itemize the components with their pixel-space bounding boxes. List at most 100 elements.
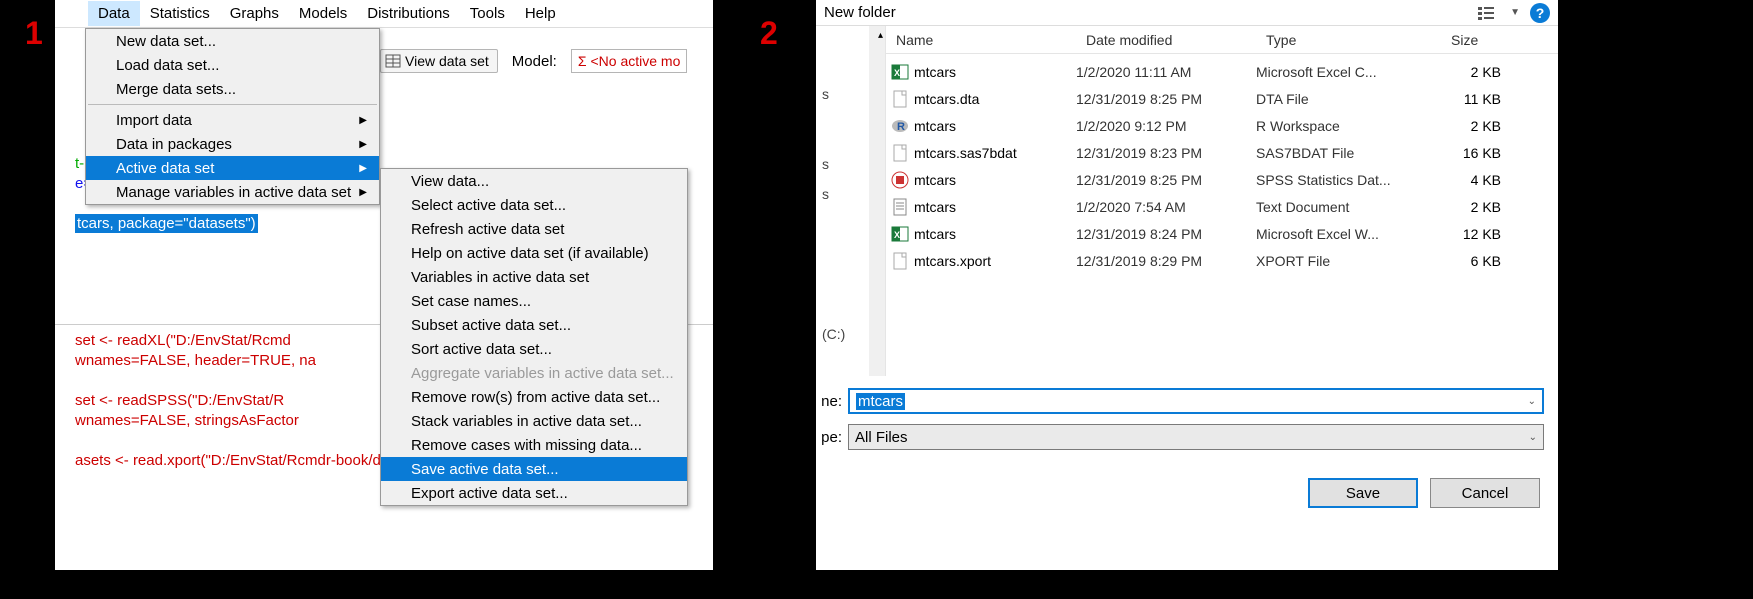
toolbar-fragment: View data set Model: Σ <No active mo [380, 44, 687, 78]
menubar-item-tools[interactable]: Tools [460, 1, 515, 26]
filetype-label: pe: [816, 429, 842, 446]
menu-item[interactable]: Active data set▶ [86, 156, 379, 180]
file-size: 16 KB [1441, 145, 1521, 161]
menubar-item-data[interactable]: Data [88, 1, 140, 26]
file-icon: R [886, 117, 914, 135]
cancel-button[interactable]: Cancel [1430, 478, 1540, 508]
current-folder-label: New folder [824, 4, 896, 21]
view-data-label: View data set [405, 53, 489, 69]
filename-input[interactable]: mtcars ⌄ [848, 388, 1544, 414]
submenu-arrow-icon: ▶ [359, 187, 367, 198]
file-size: 6 KB [1441, 253, 1521, 269]
submenu-item[interactable]: Save active data set... [381, 457, 687, 481]
file-row[interactable]: mtcars.xport12/31/2019 8:29 PMXPORT File… [886, 247, 1558, 274]
menu-item[interactable]: Manage variables in active data set▶ [86, 180, 379, 204]
dialog-titlebar: New folder ▼ ? [816, 0, 1558, 26]
menubar-item-help[interactable]: Help [515, 1, 566, 26]
col-type[interactable]: Type [1256, 32, 1441, 48]
file-type: SAS7BDAT File [1256, 145, 1441, 161]
file-type: R Workspace [1256, 118, 1441, 134]
submenu-arrow-icon: ▶ [359, 115, 367, 126]
svg-text:R: R [897, 121, 905, 133]
menu-item[interactable]: New data set... [86, 29, 379, 53]
file-icon [886, 171, 914, 189]
file-type: SPSS Statistics Dat... [1256, 172, 1441, 188]
file-date: 1/2/2020 7:54 AM [1076, 199, 1256, 215]
view-data-set-button[interactable]: View data set [380, 49, 498, 73]
col-date[interactable]: Date modified [1076, 32, 1256, 48]
submenu-item[interactable]: Subset active data set... [381, 313, 687, 337]
file-size: 4 KB [1441, 172, 1521, 188]
chevron-down-icon[interactable]: ⌄ [1529, 432, 1537, 443]
file-icon [886, 144, 914, 162]
file-name: mtcars [914, 226, 1076, 242]
rcmdr-window: DataStatisticsGraphsModelsDistributionsT… [55, 0, 713, 570]
filetype-value: All Files [855, 429, 908, 446]
active-data-set-submenu: View data...Select active data set...Ref… [380, 168, 688, 506]
menu-item[interactable]: Merge data sets... [86, 77, 379, 101]
file-row[interactable]: mtcars12/31/2019 8:25 PMSPSS Statistics … [886, 166, 1558, 193]
save-button[interactable]: Save [1308, 478, 1418, 508]
col-name[interactable]: Name⌃ [886, 32, 1076, 48]
filename-label: ne: [816, 393, 842, 410]
file-row[interactable]: Xmtcars12/31/2019 8:24 PMMicrosoft Excel… [886, 220, 1558, 247]
svg-text:X: X [894, 68, 900, 78]
submenu-item[interactable]: View data... [381, 169, 687, 193]
file-name: mtcars.xport [914, 253, 1076, 269]
model-label: Model: [512, 53, 557, 70]
menubar-item-statistics[interactable]: Statistics [140, 1, 220, 26]
nav-item[interactable]: s [822, 186, 829, 202]
nav-item[interactable]: s [822, 156, 829, 172]
submenu-item[interactable]: Set case names... [381, 289, 687, 313]
filename-value: mtcars [856, 393, 905, 410]
file-name: mtcars.dta [914, 91, 1076, 107]
file-name: mtcars [914, 172, 1076, 188]
menubar-item-models[interactable]: Models [289, 1, 357, 26]
dropdown-arrow-icon[interactable]: ▼ [1510, 7, 1520, 18]
step-badge-2: 2 [760, 15, 778, 52]
nav-item-c-drive[interactable]: (C:) [822, 326, 845, 342]
model-value-box[interactable]: Σ <No active mo [571, 49, 688, 73]
scroll-up-icon[interactable]: ▴ [878, 30, 883, 41]
file-size: 11 KB [1441, 91, 1521, 107]
step-badge-1: 1 [25, 15, 43, 52]
submenu-item[interactable]: Help on active data set (if available) [381, 241, 687, 265]
file-name: mtcars [914, 118, 1076, 134]
submenu-arrow-icon: ▶ [359, 139, 367, 150]
menu-item[interactable]: Data in packages▶ [86, 132, 379, 156]
submenu-item[interactable]: Variables in active data set [381, 265, 687, 289]
menu-item[interactable]: Load data set... [86, 53, 379, 77]
file-row[interactable]: Xmtcars1/2/2020 11:11 AMMicrosoft Excel … [886, 58, 1558, 85]
submenu-item[interactable]: Remove cases with missing data... [381, 433, 687, 457]
chevron-down-icon[interactable]: ⌄ [1528, 396, 1536, 407]
file-type: Microsoft Excel C... [1256, 64, 1441, 80]
submenu-item[interactable]: Stack variables in active data set... [381, 409, 687, 433]
model-value: <No active mo [590, 53, 680, 69]
file-date: 1/2/2020 11:11 AM [1076, 64, 1256, 80]
file-name: mtcars [914, 199, 1076, 215]
submenu-item[interactable]: Export active data set... [381, 481, 687, 505]
col-size[interactable]: Size [1441, 32, 1521, 48]
menu-item[interactable]: Import data▶ [86, 108, 379, 132]
help-icon[interactable]: ? [1530, 3, 1550, 23]
file-date: 12/31/2019 8:24 PM [1076, 226, 1256, 242]
file-size: 2 KB [1441, 199, 1521, 215]
file-row[interactable]: mtcars.sas7bdat12/31/2019 8:23 PMSAS7BDA… [886, 139, 1558, 166]
file-row[interactable]: mtcars.dta12/31/2019 8:25 PMDTA File11 K… [886, 85, 1558, 112]
menubar-item-distributions[interactable]: Distributions [357, 1, 460, 26]
menubar-item-graphs[interactable]: Graphs [220, 1, 289, 26]
file-row[interactable]: Rmtcars1/2/2020 9:12 PMR Workspace2 KB [886, 112, 1558, 139]
submenu-arrow-icon: ▶ [359, 163, 367, 174]
file-icon: X [886, 63, 914, 81]
file-date: 1/2/2020 9:12 PM [1076, 118, 1256, 134]
submenu-item[interactable]: Sort active data set... [381, 337, 687, 361]
view-mode-icon[interactable] [1478, 5, 1500, 21]
filetype-select[interactable]: All Files ⌄ [848, 424, 1544, 450]
submenu-item[interactable]: Select active data set... [381, 193, 687, 217]
submenu-item[interactable]: Remove row(s) from active data set... [381, 385, 687, 409]
file-size: 2 KB [1441, 118, 1521, 134]
nav-pane[interactable]: ▴ s s s (C:) [816, 26, 886, 376]
submenu-item[interactable]: Refresh active data set [381, 217, 687, 241]
nav-item[interactable]: s [822, 86, 829, 102]
file-row[interactable]: mtcars1/2/2020 7:54 AMText Document2 KB [886, 193, 1558, 220]
